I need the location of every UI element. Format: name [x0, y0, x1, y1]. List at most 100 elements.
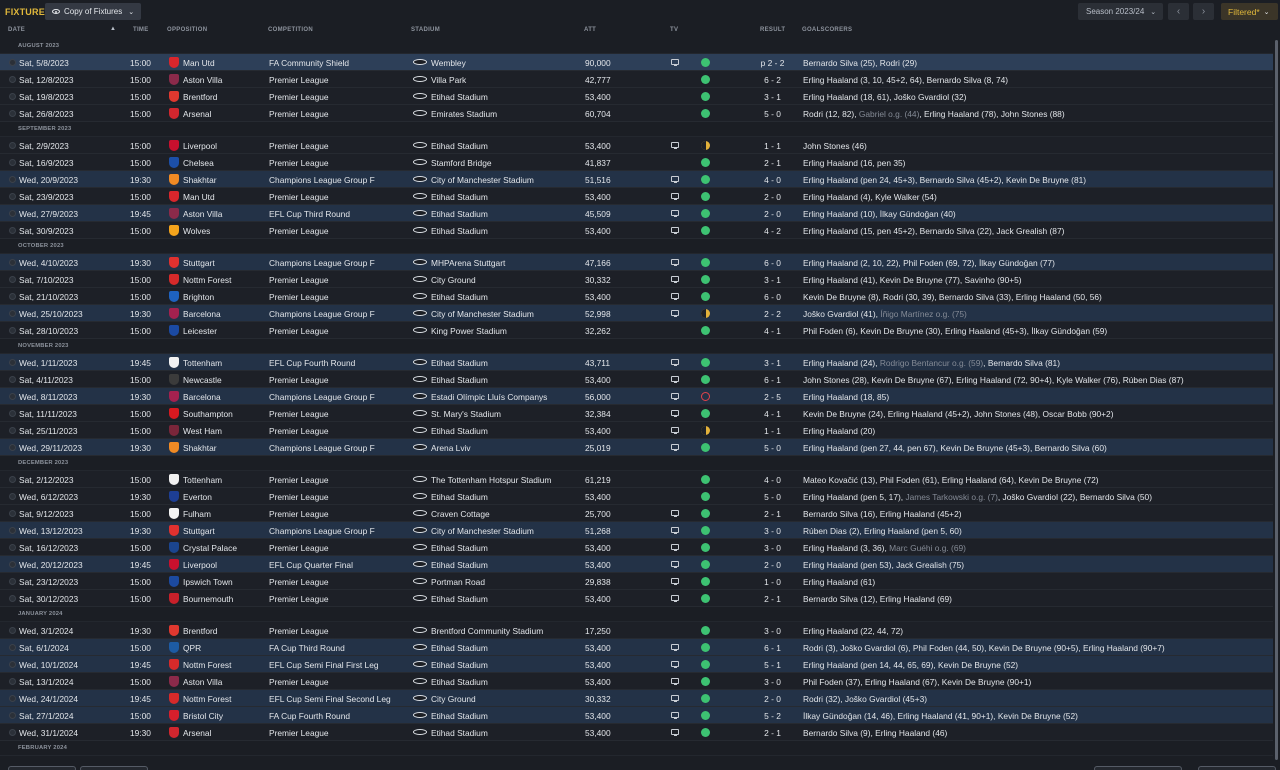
- match-result[interactable]: 6 - 1: [745, 375, 800, 385]
- opposition-link[interactable]: Shakhtar: [183, 175, 217, 185]
- match-result[interactable]: 2 - 1: [745, 509, 800, 519]
- opposition-link[interactable]: Liverpool: [183, 560, 217, 570]
- fixture-row[interactable]: Wed, 29/11/2023 19:30 Shakhtar Champions Le…: [0, 439, 1273, 456]
- competition-link[interactable]: Premier League: [269, 192, 329, 202]
- opposition-link[interactable]: Brentford: [183, 626, 217, 636]
- competition-link[interactable]: Premier League: [269, 158, 329, 168]
- column-header-competition[interactable]: COMPETITION: [268, 27, 313, 33]
- competition-link[interactable]: Premier League: [269, 509, 329, 519]
- opposition-link[interactable]: Wolves: [183, 226, 210, 236]
- opposition-link[interactable]: Aston Villa: [183, 677, 222, 687]
- match-result[interactable]: 4 - 1: [745, 326, 800, 336]
- match-result[interactable]: 3 - 0: [745, 677, 800, 687]
- competition-link[interactable]: Premier League: [269, 543, 329, 553]
- match-result[interactable]: 2 - 0: [745, 560, 800, 570]
- match-result[interactable]: 6 - 0: [745, 258, 800, 268]
- competition-link[interactable]: Premier League: [269, 109, 329, 119]
- fixture-row[interactable]: Sat, 7/10/2023 15:00 Nottm Forest Premier L…: [0, 271, 1273, 288]
- fixture-row[interactable]: Sat, 11/11/2023 15:00 Southampton Premier L…: [0, 405, 1273, 422]
- fixture-row[interactable]: Wed, 8/11/2023 19:30 Barcelona Champions Le…: [0, 388, 1273, 405]
- fixture-row[interactable]: Wed, 25/10/2023 19:30 Barcelona Champions L…: [0, 305, 1273, 322]
- match-result[interactable]: 6 - 2: [745, 75, 800, 85]
- fixture-row[interactable]: Wed, 10/1/2024 19:45 Nottm Forest EFL Cup S…: [0, 656, 1273, 673]
- fixture-row[interactable]: Wed, 4/10/2023 19:30 Stuttgart Champions Le…: [0, 254, 1273, 271]
- match-result[interactable]: 2 - 2: [745, 309, 800, 319]
- opposition-link[interactable]: Aston Villa: [183, 209, 222, 219]
- competition-link[interactable]: Premier League: [269, 492, 329, 502]
- filter-button[interactable]: Filtered* ⌄: [1221, 3, 1278, 20]
- match-result[interactable]: 5 - 0: [745, 109, 800, 119]
- opposition-link[interactable]: Fulham: [183, 509, 211, 519]
- competition-link[interactable]: Premier League: [269, 594, 329, 604]
- competition-link[interactable]: Premier League: [269, 728, 329, 738]
- match-result[interactable]: 5 - 2: [745, 711, 800, 721]
- next-season-button[interactable]: ›: [1193, 3, 1214, 20]
- opposition-link[interactable]: Ipswich Town: [183, 577, 233, 587]
- opposition-link[interactable]: Stuttgart: [183, 526, 215, 536]
- opposition-link[interactable]: Nottm Forest: [183, 660, 231, 670]
- competition-link[interactable]: Champions League Group F: [269, 258, 375, 268]
- opposition-link[interactable]: Arsenal: [183, 728, 211, 738]
- competition-link[interactable]: Champions League Group F: [269, 443, 375, 453]
- match-result[interactable]: 5 - 1: [745, 660, 800, 670]
- opposition-link[interactable]: Arsenal: [183, 109, 211, 119]
- competition-link[interactable]: EFL Cup Semi Final First Leg: [269, 660, 379, 670]
- bottom-button[interactable]: [80, 766, 148, 770]
- match-result[interactable]: 2 - 0: [745, 209, 800, 219]
- match-result[interactable]: 6 - 0: [745, 292, 800, 302]
- column-header-goalscorers[interactable]: GOALSCORERS: [802, 27, 852, 33]
- competition-link[interactable]: Premier League: [269, 577, 329, 587]
- fixture-row[interactable]: Sat, 2/12/2023 15:00 Tottenham Premier Leag…: [0, 471, 1273, 488]
- fixture-row[interactable]: Wed, 31/1/2024 19:30 Arsenal Premier League…: [0, 724, 1273, 741]
- competition-link[interactable]: Premier League: [269, 292, 329, 302]
- fixture-row[interactable]: Sat, 12/8/2023 15:00 Aston Villa Premier Le…: [0, 71, 1273, 88]
- fixture-row[interactable]: Wed, 27/9/2023 19:45 Aston Villa EFL Cup Th…: [0, 205, 1273, 222]
- competition-link[interactable]: FA Cup Third Round: [269, 643, 345, 653]
- match-result[interactable]: 2 - 0: [745, 192, 800, 202]
- competition-link[interactable]: EFL Cup Quarter Final: [269, 560, 353, 570]
- column-header-stadium[interactable]: STADIUM: [411, 27, 440, 33]
- match-result[interactable]: 3 - 1: [745, 358, 800, 368]
- opposition-link[interactable]: QPR: [183, 643, 201, 653]
- fixture-row[interactable]: Wed, 24/1/2024 19:45 Nottm Forest EFL Cup S…: [0, 690, 1273, 707]
- opposition-link[interactable]: Brighton: [183, 292, 214, 302]
- competition-link[interactable]: Premier League: [269, 141, 329, 151]
- competition-link[interactable]: Champions League Group F: [269, 309, 375, 319]
- fixture-row[interactable]: Sat, 28/10/2023 15:00 Leicester Premier Lea…: [0, 322, 1273, 339]
- competition-link[interactable]: Premier League: [269, 275, 329, 285]
- fixture-row[interactable]: Wed, 20/9/2023 19:30 Shakhtar Champions Lea…: [0, 171, 1273, 188]
- match-result[interactable]: 2 - 1: [745, 158, 800, 168]
- opposition-link[interactable]: Nottm Forest: [183, 275, 231, 285]
- bottom-button[interactable]: [1198, 766, 1276, 770]
- competition-link[interactable]: Premier League: [269, 626, 329, 636]
- fixture-row[interactable]: Sat, 4/11/2023 15:00 Newcastle Premier Leag…: [0, 371, 1273, 388]
- match-result[interactable]: 2 - 1: [745, 728, 800, 738]
- match-result[interactable]: 6 - 1: [745, 643, 800, 653]
- bottom-button[interactable]: [1094, 766, 1182, 770]
- column-header-result[interactable]: RESULT: [760, 27, 785, 33]
- match-result[interactable]: 4 - 2: [745, 226, 800, 236]
- match-result[interactable]: 1 - 0: [745, 577, 800, 587]
- opposition-link[interactable]: West Ham: [183, 426, 222, 436]
- opposition-link[interactable]: Newcastle: [183, 375, 222, 385]
- competition-link[interactable]: EFL Cup Fourth Round: [269, 358, 355, 368]
- fixture-row[interactable]: Wed, 6/12/2023 19:30 Everton Premier League…: [0, 488, 1273, 505]
- column-header-opposition[interactable]: OPPOSITION: [167, 27, 207, 33]
- competition-link[interactable]: Champions League Group F: [269, 526, 375, 536]
- match-result[interactable]: 4 - 1: [745, 409, 800, 419]
- match-result[interactable]: 3 - 0: [745, 543, 800, 553]
- fixture-row[interactable]: Sat, 23/12/2023 15:00 Ipswich Town Premier …: [0, 573, 1273, 590]
- opposition-link[interactable]: Bournemouth: [183, 594, 233, 604]
- opposition-link[interactable]: Bristol City: [183, 711, 223, 721]
- match-result[interactable]: 5 - 0: [745, 492, 800, 502]
- match-result[interactable]: 1 - 1: [745, 426, 800, 436]
- opposition-link[interactable]: Barcelona: [183, 309, 221, 319]
- column-header-date[interactable]: DATE: [8, 27, 25, 33]
- bottom-button[interactable]: [8, 766, 76, 770]
- column-header-att[interactable]: ATT: [584, 27, 596, 33]
- match-result[interactable]: p 2 - 2: [745, 58, 800, 68]
- fixture-row[interactable]: Wed, 3/1/2024 19:30 Brentford Premier Leagu…: [0, 622, 1273, 639]
- fixture-row[interactable]: Wed, 20/12/2023 19:45 Liverpool EFL Cup Qua…: [0, 556, 1273, 573]
- match-result[interactable]: 2 - 1: [745, 594, 800, 604]
- opposition-link[interactable]: Liverpool: [183, 141, 217, 151]
